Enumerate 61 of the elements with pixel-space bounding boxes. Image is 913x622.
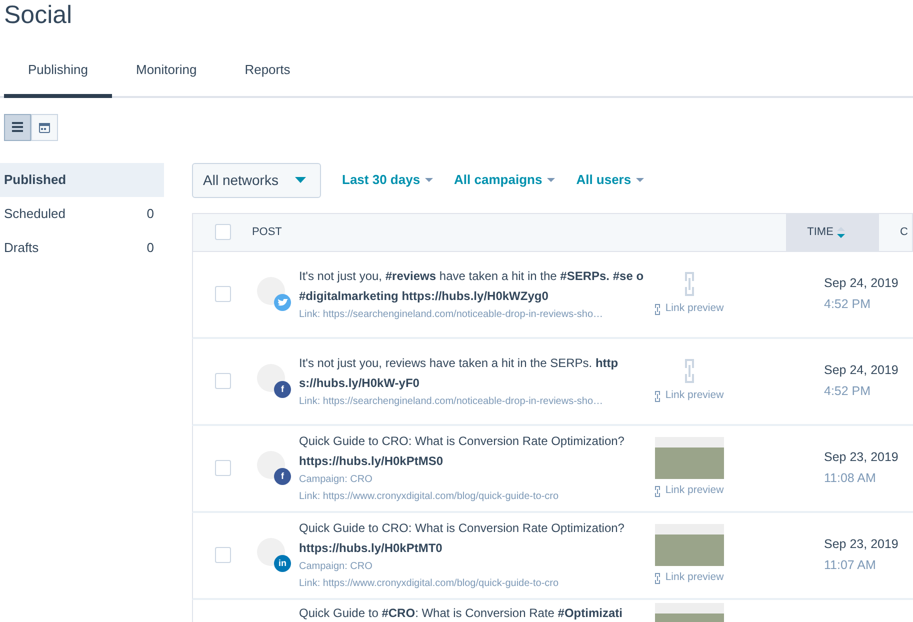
- sidebar-item-label: Drafts: [4, 238, 39, 257]
- network-select[interactable]: All networks: [192, 162, 321, 198]
- tab[interactable]: Reports: [220, 60, 314, 98]
- post-date: Sep 23, 2019: [824, 449, 898, 466]
- link-icon: [682, 358, 696, 384]
- post-text: Quick Guide to CRO: What is Conversion Rate Optimization? https://hubs.ly/H0kPtMS0: [299, 433, 626, 470]
- filter-dropdown[interactable]: All campaigns: [454, 170, 556, 190]
- post-time: 11:07 AM: [824, 557, 877, 574]
- calendar-view-button[interactable]: [31, 114, 58, 140]
- list-view-button[interactable]: [4, 114, 31, 140]
- photo-placeholder: [654, 437, 724, 480]
- network-badge: f: [274, 381, 291, 398]
- post-text: Quick Guide to CRO: What is Conversion Rate Optimization? https://hubs.ly/H0kPtMT0: [299, 520, 626, 557]
- select-all-checkbox[interactable]: [215, 224, 231, 240]
- calendar-icon: [39, 122, 50, 132]
- network-badge: in: [274, 555, 291, 572]
- post-date: Sep 23, 2019: [824, 536, 898, 553]
- list-icon: [12, 122, 23, 132]
- caret-icon: [547, 178, 556, 182]
- link-icon: [654, 304, 662, 314]
- post-time: 4:52 PM: [824, 383, 872, 400]
- post-text: Quick Guide to #CRO: What is Conversion Rate #Optimizati: [299, 604, 624, 622]
- avatar-icon: [257, 364, 285, 392]
- column-header[interactable]: C: [879, 214, 912, 250]
- avatar-icon: [257, 451, 285, 479]
- post-text: It's not just you, reviews have taken a hit in the SERPs. http s://hubs.ly/H0kW-yF0: [299, 354, 620, 392]
- row-checkbox[interactable]: [215, 286, 231, 302]
- post-date: Sep 24, 2019: [824, 362, 898, 379]
- link-icon: [654, 572, 662, 584]
- link-icon: [654, 486, 662, 496]
- sidebar-item-label: Scheduled: [4, 204, 66, 223]
- filter-dropdown[interactable]: All users: [576, 170, 644, 190]
- photo-placeholder: [654, 524, 724, 566]
- item-count: 0: [146, 204, 154, 223]
- caret-icon: [636, 178, 644, 182]
- sidebar-item-label: Published: [4, 170, 66, 189]
- item-count: 0: [146, 238, 154, 257]
- row-checkbox[interactable]: [215, 373, 231, 389]
- campaign-label: Campaign: CRO: [299, 560, 374, 574]
- campaign-label: Campaign: CRO: [299, 473, 374, 487]
- sidebar-item[interactable]: Scheduled 0: [0, 196, 164, 230]
- row-checkbox[interactable]: [215, 547, 231, 563]
- post-time: 11:08 AM: [824, 470, 877, 487]
- page-title: Social: [3, 0, 74, 30]
- caret-icon: [295, 177, 306, 183]
- post-time: 4:52 PM: [824, 296, 872, 313]
- tab[interactable]: Publishing: [4, 60, 112, 98]
- caret-icon: [425, 178, 434, 182]
- link-icon: [654, 390, 662, 402]
- tab[interactable]: Monitoring: [112, 60, 221, 98]
- sidebar-item[interactable]: Drafts 0: [0, 230, 164, 264]
- link-icon: [682, 271, 696, 298]
- row-checkbox[interactable]: [215, 460, 231, 476]
- sidebar-item[interactable]: Published: [0, 162, 164, 196]
- post-date: Sep 24, 2019: [824, 275, 898, 292]
- column-header[interactable]: POST: [250, 214, 786, 250]
- network-badge: f: [274, 468, 291, 485]
- post-text: It's not just you, #reviews have taken a hit in the #SERPs. #se o #digitalmarketing https://hubs.ly/H0kWZyg0: [299, 268, 644, 304]
- avatar-icon: [257, 538, 285, 566]
- column-header[interactable]: TIME: [786, 214, 880, 250]
- filter-dropdown[interactable]: Last 30 days: [342, 170, 434, 190]
